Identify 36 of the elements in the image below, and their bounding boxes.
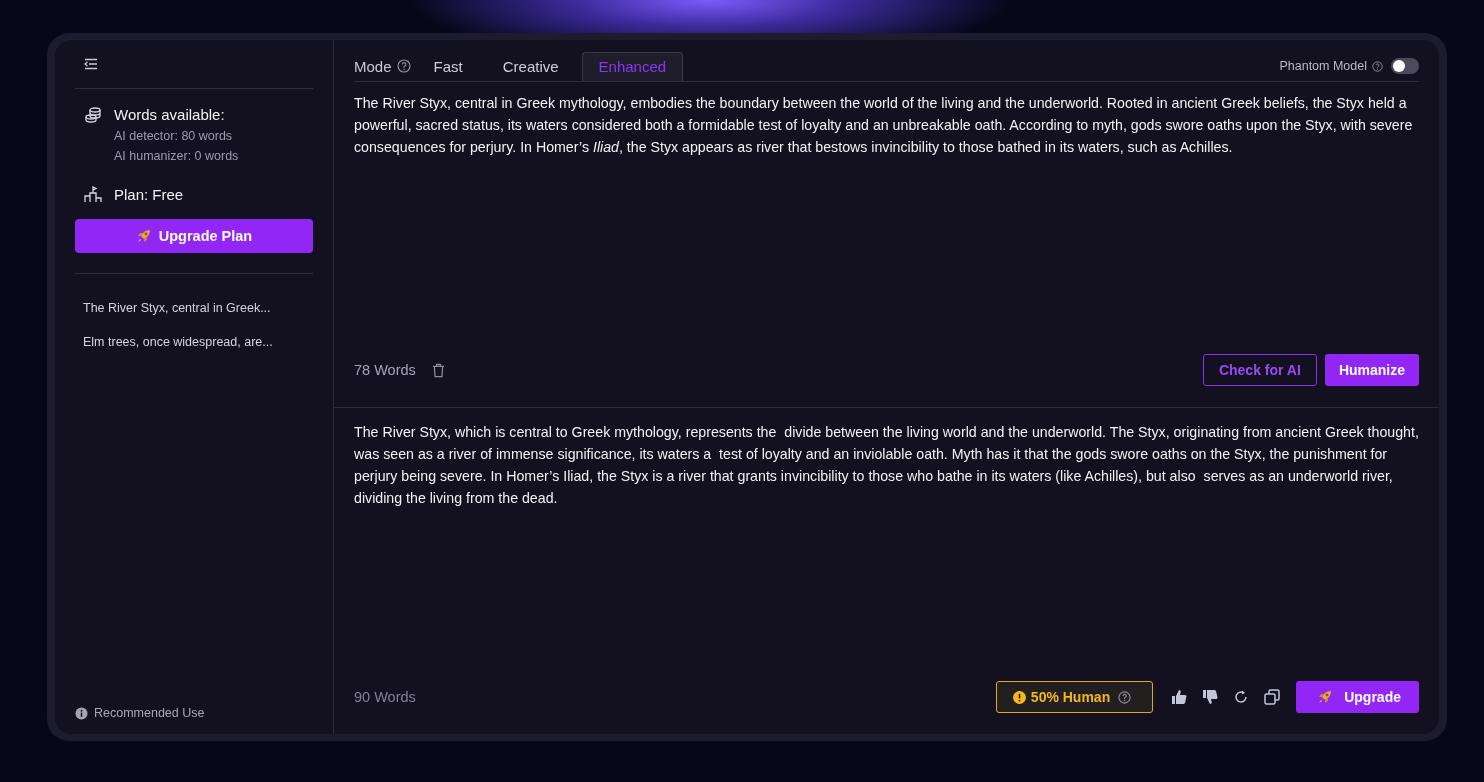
phantom-model-toggle[interactable]: [1391, 58, 1419, 74]
mode-tab[interactable]: Creative: [485, 52, 576, 81]
copy-icon[interactable]: [1264, 689, 1281, 705]
trash-icon[interactable]: [431, 362, 445, 378]
history-item[interactable]: The River Styx, central in Greek...: [83, 301, 313, 315]
upgrade-button[interactable]: Upgrade: [1296, 681, 1419, 713]
plan-label: Plan: Free: [114, 185, 184, 203]
word-count: 90 Words: [354, 689, 416, 705]
help-icon: [396, 59, 411, 73]
refresh-icon[interactable]: [1233, 689, 1250, 705]
thumbs-up-icon[interactable]: [1171, 689, 1188, 705]
word-balance: AI detector: 80 words: [114, 129, 234, 143]
menu-icon[interactable]: [84, 58, 98, 70]
input-text[interactable]: The River Styx, central in Greek mythology, embodies the boundary between the world of the living and the underworld. Rooted in ancient Greek beliefs, the Styx held a powerful, sacred status, its waters considered both a formidable test of loyalty and an unbreakable oath. According to myth, gods swore oaths upon the Styx, with severe consequences for perjury. In Homer’s Iliad, the Styx appears as river that bestows invincibility to those bathed in its waters, such as Achilles.: [354, 92, 1419, 158]
podium-icon: [84, 185, 102, 203]
word-balance: AI humanizer: 0 words: [114, 149, 239, 163]
help-icon: [1372, 61, 1383, 72]
mode-tab[interactable]: Fast: [416, 52, 480, 81]
recommended-use-link[interactable]: Recommended Use: [75, 706, 313, 720]
warning-icon: [1012, 690, 1026, 704]
rocket-icon: [1317, 689, 1334, 705]
word-count: 78 Words: [354, 362, 416, 378]
thumbs-down-icon[interactable]: [1202, 689, 1219, 705]
help-icon: [1118, 690, 1132, 704]
output-text: The River Styx, which is central to Greek mythology, represents the divide between the living world and the underworld. The Styx, originating from ancient Greek thought, was seen as a river of immense significance, its waters a test of loyalty and an inviolable oath. Myth has it that the gods swore oaths on the Styx, the punishment for perjury being severe. In Homer’s Iliad, the Styx is a river that grants invincibility to those who bathe in its waters (like Achilles), but also serves as an underworld river, dividing the living from the dead.: [354, 423, 1419, 508]
info-icon: [75, 706, 88, 720]
words-available-title: Words available:: [114, 106, 226, 123]
humanize-button[interactable]: Humanize: [1324, 354, 1419, 386]
upgrade-plan-button[interactable]: Upgrade Plan: [75, 219, 313, 253]
history-item[interactable]: Elm trees, once widespread, are...: [83, 335, 313, 349]
check-for-ai-button[interactable]: Check for AI: [1202, 354, 1317, 386]
mode-label: Mode: [354, 58, 392, 77]
human-score-badge[interactable]: 50% Human: [995, 681, 1154, 713]
coins-icon: [84, 106, 102, 124]
phantom-model-label: Phantom Model: [1279, 59, 1367, 75]
rocket-icon: [135, 228, 152, 244]
